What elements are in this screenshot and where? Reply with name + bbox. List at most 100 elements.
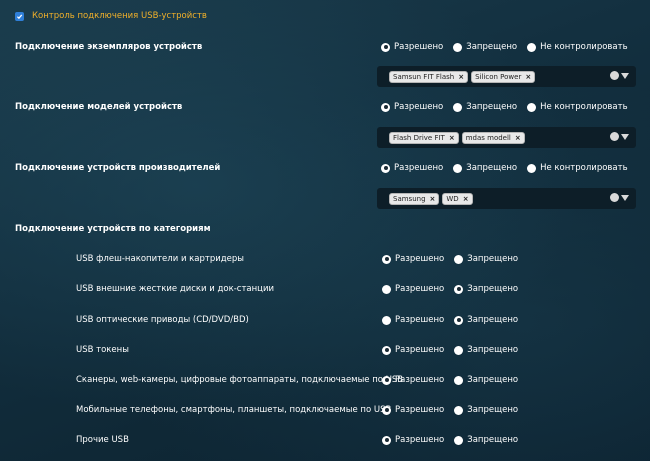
select-controls bbox=[610, 193, 629, 202]
radio-selected-icon[interactable] bbox=[454, 315, 464, 325]
option-label: Разрешено bbox=[395, 375, 445, 385]
category-allowed-option[interactable]: Разрешено bbox=[382, 254, 444, 264]
category-radio-group: Разрешено Запрещено bbox=[382, 435, 528, 445]
radio-icon[interactable] bbox=[527, 42, 537, 52]
category-allowed-option[interactable]: Разрешено bbox=[382, 435, 444, 445]
option-label: Не контролировать bbox=[540, 42, 628, 52]
option-label: Запрещено bbox=[466, 163, 518, 173]
instances-tag-select[interactable]: Samsun FIT Flash × Silicon Power × bbox=[377, 66, 636, 87]
option-label: Запрещено bbox=[466, 102, 518, 112]
chevron-down-icon[interactable] bbox=[621, 72, 629, 79]
vendors-denied-option[interactable]: Запрещено bbox=[453, 163, 517, 173]
radio-icon[interactable] bbox=[454, 345, 464, 355]
radio-selected-icon[interactable] bbox=[382, 435, 391, 445]
tag-chip: Flash Drive FIT × bbox=[389, 131, 459, 144]
category-label: USB оптические приводы (CD/DVD/BD) bbox=[76, 315, 249, 325]
radio-selected-icon[interactable] bbox=[454, 284, 464, 294]
vendors-allowed-option[interactable]: Разрешено bbox=[381, 163, 443, 173]
remove-tag-icon[interactable]: × bbox=[449, 134, 455, 142]
radio-icon[interactable] bbox=[382, 315, 391, 325]
instances-denied-option[interactable]: Запрещено bbox=[453, 42, 517, 52]
category-denied-option[interactable]: Запрещено bbox=[454, 315, 518, 325]
option-label: Разрешено bbox=[394, 163, 444, 173]
radio-icon[interactable] bbox=[454, 254, 464, 264]
radio-icon[interactable] bbox=[527, 102, 537, 112]
category-label: USB токены bbox=[76, 345, 129, 355]
option-label: Запрещено bbox=[467, 405, 519, 415]
radio-icon[interactable] bbox=[527, 163, 537, 173]
remove-tag-icon[interactable]: × bbox=[430, 195, 436, 203]
category-denied-option[interactable]: Запрещено bbox=[454, 435, 518, 445]
category-denied-option[interactable]: Запрещено bbox=[454, 345, 518, 355]
models-tag-select[interactable]: Flash Drive FIT × mdas modell × bbox=[377, 127, 636, 148]
remove-tag-icon[interactable]: × bbox=[463, 195, 469, 203]
category-label: USB флеш-накопители и картридеры bbox=[76, 254, 244, 264]
instances-allowed-option[interactable]: Разрешено bbox=[381, 42, 443, 52]
usb-control-label: Контроль подключения USB-устройств bbox=[32, 11, 207, 21]
radio-selected-icon[interactable] bbox=[381, 102, 390, 112]
checkbox-checked-icon[interactable] bbox=[15, 11, 24, 21]
instances-uncontrolled-option[interactable]: Не контролировать bbox=[527, 42, 628, 52]
category-allowed-option[interactable]: Разрешено bbox=[382, 315, 444, 325]
vendors-label: Подключение устройств производителей bbox=[15, 163, 221, 173]
tag-chip: Samsung × bbox=[389, 192, 440, 205]
remove-tag-icon[interactable]: × bbox=[525, 73, 531, 81]
category-denied-option[interactable]: Запрещено bbox=[454, 254, 518, 264]
radio-selected-icon[interactable] bbox=[381, 163, 390, 173]
category-radio-group: Разрешено Запрещено bbox=[382, 375, 528, 385]
instances-radio-group: Разрешено Запрещено Не контролировать bbox=[381, 42, 638, 52]
radio-selected-icon[interactable] bbox=[381, 42, 390, 52]
tag-text: Flash Drive FIT bbox=[393, 133, 445, 142]
radio-selected-icon[interactable] bbox=[382, 254, 391, 264]
category-allowed-option[interactable]: Разрешено bbox=[382, 405, 444, 415]
category-allowed-option[interactable]: Разрешено bbox=[382, 284, 444, 294]
option-label: Запрещено bbox=[467, 375, 519, 385]
clear-icon[interactable] bbox=[610, 193, 619, 202]
vendors-uncontrolled-option[interactable]: Не контролировать bbox=[527, 163, 628, 173]
select-controls bbox=[610, 132, 629, 141]
radio-selected-icon[interactable] bbox=[382, 345, 391, 355]
category-allowed-option[interactable]: Разрешено bbox=[382, 345, 444, 355]
clear-icon[interactable] bbox=[610, 71, 619, 80]
chevron-down-icon[interactable] bbox=[621, 133, 629, 140]
radio-icon[interactable] bbox=[454, 435, 464, 445]
category-radio-group: Разрешено Запрещено bbox=[382, 315, 528, 325]
radio-icon[interactable] bbox=[454, 375, 464, 385]
option-label: Не контролировать bbox=[540, 102, 628, 112]
tag-chip: Samsun FIT Flash × bbox=[389, 70, 469, 83]
option-label: Запрещено bbox=[467, 345, 519, 355]
category-radio-group: Разрешено Запрещено bbox=[382, 345, 528, 355]
models-radio-group: Разрешено Запрещено Не контролировать bbox=[381, 102, 638, 112]
radio-icon[interactable] bbox=[453, 42, 463, 52]
models-denied-option[interactable]: Запрещено bbox=[453, 102, 517, 112]
category-label: Прочие USB bbox=[76, 435, 129, 445]
tag-text: Silicon Power bbox=[475, 72, 522, 81]
option-label: Разрешено bbox=[395, 405, 445, 415]
radio-icon[interactable] bbox=[454, 405, 464, 415]
models-allowed-option[interactable]: Разрешено bbox=[381, 102, 443, 112]
radio-icon[interactable] bbox=[453, 102, 463, 112]
remove-tag-icon[interactable]: × bbox=[515, 134, 521, 142]
remove-tag-icon[interactable]: × bbox=[458, 73, 464, 81]
category-radio-group: Разрешено Запрещено bbox=[382, 284, 528, 294]
radio-selected-icon[interactable] bbox=[382, 375, 391, 385]
category-denied-option[interactable]: Запрещено bbox=[454, 405, 518, 415]
radio-icon[interactable] bbox=[453, 163, 463, 173]
option-label: Разрешено bbox=[395, 345, 445, 355]
tag-text: mdas modell bbox=[465, 133, 511, 142]
models-uncontrolled-option[interactable]: Не контролировать bbox=[527, 102, 628, 112]
option-label: Разрешено bbox=[395, 284, 445, 294]
category-allowed-option[interactable]: Разрешено bbox=[382, 375, 444, 385]
usb-control-toggle[interactable]: Контроль подключения USB-устройств bbox=[15, 11, 207, 21]
vendors-tag-select[interactable]: Samsung × WD × bbox=[377, 188, 636, 209]
chevron-down-icon[interactable] bbox=[621, 194, 629, 201]
models-label: Подключение моделей устройств bbox=[15, 102, 183, 112]
radio-selected-icon[interactable] bbox=[382, 405, 391, 415]
radio-icon[interactable] bbox=[382, 284, 391, 294]
category-label: Мобильные телефоны, смартфоны, планшеты,… bbox=[76, 405, 392, 415]
category-denied-option[interactable]: Запрещено bbox=[454, 284, 518, 294]
category-denied-option[interactable]: Запрещено bbox=[454, 375, 518, 385]
clear-icon[interactable] bbox=[610, 132, 619, 141]
option-label: Не контролировать bbox=[540, 163, 628, 173]
vendors-radio-group: Разрешено Запрещено Не контролировать bbox=[381, 163, 638, 173]
